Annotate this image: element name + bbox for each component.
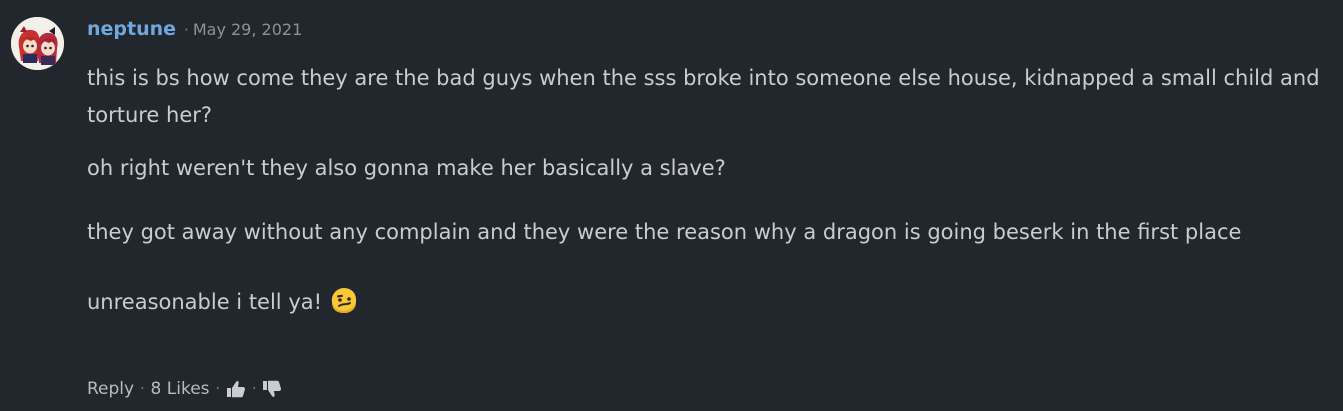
comment-paragraph-2: oh right weren't they also gonna make he…	[87, 156, 726, 180]
reply-button[interactable]: Reply	[87, 376, 134, 402]
likes-count[interactable]: 8 Likes	[151, 376, 210, 402]
header-separator: ·	[184, 21, 189, 39]
comment: neptune · May 29, 2021 this is bs how come…	[0, 0, 1343, 411]
comment-date[interactable]: May 29, 2021	[193, 20, 302, 39]
comment-header: neptune · May 29, 2021	[87, 17, 302, 41]
footer-separator: ·	[251, 381, 257, 397]
footer-separator: ·	[140, 381, 145, 397]
comment-paragraph-4: unreasonable i tell ya!	[87, 284, 1327, 328]
footer-separator: ·	[215, 381, 220, 397]
avatar-image	[11, 17, 64, 70]
comment-paragraph-3: they got away without any complain and t…	[87, 220, 1242, 244]
comment-paragraph-1: this is bs how come they are the bad guy…	[87, 66, 1320, 127]
comment-paragraph-4-text: unreasonable i tell ya!	[87, 290, 323, 314]
confused-face-emoji-icon	[328, 284, 360, 328]
comment-footer: Reply · 8 Likes · ·	[87, 376, 282, 402]
comment-body: this is bs how come they are the bad guy…	[87, 60, 1327, 328]
thumbs-up-icon[interactable]	[226, 380, 246, 398]
thumbs-down-icon[interactable]	[262, 380, 282, 398]
avatar[interactable]	[11, 17, 64, 70]
username-link[interactable]: neptune	[87, 18, 176, 40]
